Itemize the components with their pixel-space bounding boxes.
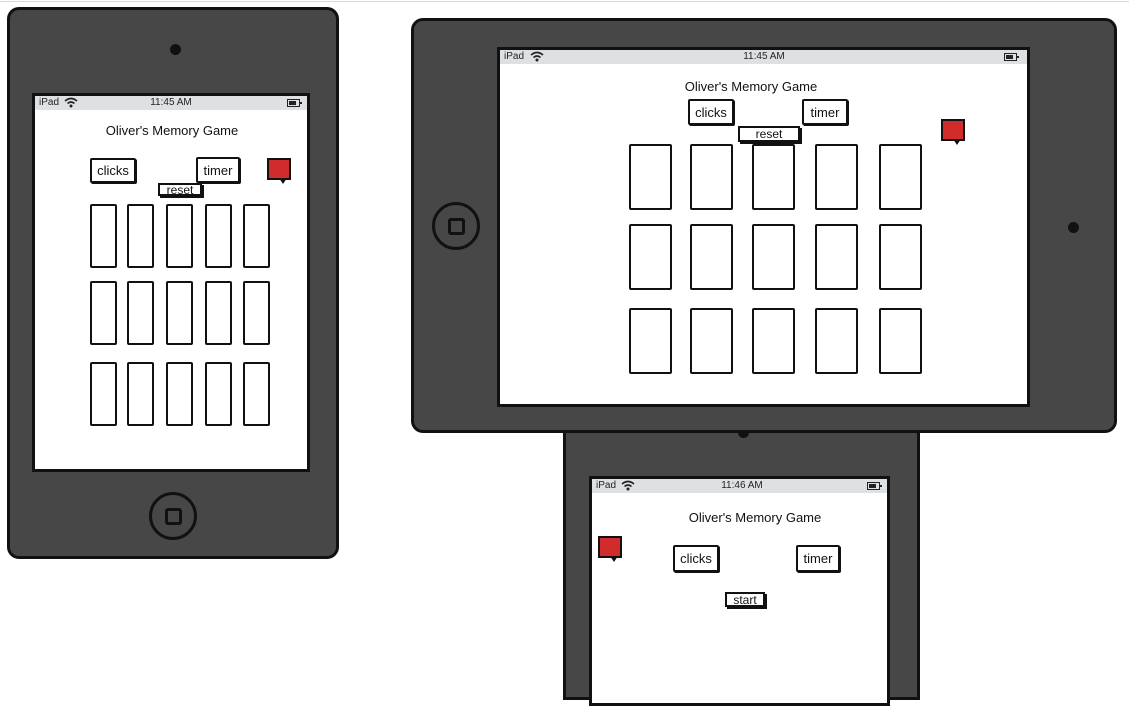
memory-card[interactable] — [90, 281, 117, 345]
status-time: 11:45 AM — [743, 51, 785, 62]
memory-card[interactable] — [815, 308, 858, 374]
status-bar: iPad 11:46 AM — [592, 479, 887, 493]
status-bar: iPad 11:45 AM — [500, 50, 1027, 64]
memory-card[interactable] — [243, 362, 270, 426]
battery-icon — [287, 99, 302, 107]
memory-card[interactable] — [166, 281, 193, 345]
memory-card[interactable] — [629, 224, 672, 290]
memory-card[interactable] — [205, 362, 232, 426]
small-screen: iPad 11:46 AM Oliver's Memory Game click… — [589, 476, 890, 706]
memory-card[interactable] — [205, 204, 232, 268]
memory-card[interactable] — [752, 224, 795, 290]
clicks-button[interactable]: clicks — [90, 158, 136, 183]
page-title: Oliver's Memory Game — [688, 510, 822, 525]
page-title: Oliver's Memory Game — [105, 123, 239, 138]
memory-card[interactable] — [690, 144, 733, 210]
memory-card[interactable] — [690, 224, 733, 290]
top-divider — [0, 1, 1129, 2]
start-button[interactable]: start — [725, 592, 765, 607]
clicks-button[interactable]: clicks — [673, 545, 719, 572]
memory-card[interactable] — [90, 204, 117, 268]
flag-icon[interactable] — [267, 158, 291, 184]
wifi-icon — [530, 51, 544, 62]
memory-card[interactable] — [127, 362, 154, 426]
home-button-icon[interactable] — [149, 492, 197, 540]
status-time: 11:46 AM — [721, 480, 763, 491]
status-time: 11:45 AM — [150, 97, 192, 108]
memory-card[interactable] — [243, 204, 270, 268]
memory-card[interactable] — [90, 362, 117, 426]
memory-card[interactable] — [629, 308, 672, 374]
memory-card[interactable] — [879, 144, 922, 210]
wifi-icon — [621, 480, 635, 491]
flag-icon[interactable] — [598, 536, 622, 562]
reset-button[interactable]: reset — [738, 126, 800, 142]
memory-card[interactable] — [127, 281, 154, 345]
flag-icon[interactable] — [941, 119, 965, 145]
memory-card[interactable] — [166, 362, 193, 426]
wifi-icon — [64, 97, 78, 108]
portrait-screen: iPad 11:45 AM Oliver's Memory Game click… — [32, 93, 310, 472]
memory-card[interactable] — [629, 144, 672, 210]
landscape-screen: iPad 11:45 AM Oliver's Memory Game click… — [497, 47, 1030, 407]
timer-button[interactable]: timer — [196, 157, 240, 183]
timer-button[interactable]: timer — [802, 99, 848, 125]
battery-icon — [867, 482, 882, 490]
memory-card[interactable] — [815, 144, 858, 210]
memory-card[interactable] — [205, 281, 232, 345]
camera-icon — [170, 44, 181, 55]
timer-button[interactable]: timer — [796, 545, 840, 572]
reset-button[interactable]: reset — [158, 183, 202, 196]
status-bar: iPad 11:45 AM — [35, 96, 307, 110]
home-button-icon[interactable] — [432, 202, 480, 250]
memory-card[interactable] — [815, 224, 858, 290]
memory-card[interactable] — [752, 144, 795, 210]
camera-icon — [1068, 222, 1079, 233]
memory-card[interactable] — [166, 204, 193, 268]
memory-card[interactable] — [752, 308, 795, 374]
memory-card[interactable] — [243, 281, 270, 345]
memory-card[interactable] — [127, 204, 154, 268]
page-title: Oliver's Memory Game — [684, 79, 818, 94]
memory-card[interactable] — [690, 308, 733, 374]
clicks-button[interactable]: clicks — [688, 99, 734, 125]
battery-icon — [1004, 53, 1019, 61]
status-carrier: iPad — [39, 97, 60, 108]
status-carrier: iPad — [504, 51, 525, 62]
memory-card[interactable] — [879, 308, 922, 374]
memory-card[interactable] — [879, 224, 922, 290]
status-carrier: iPad — [596, 480, 617, 491]
